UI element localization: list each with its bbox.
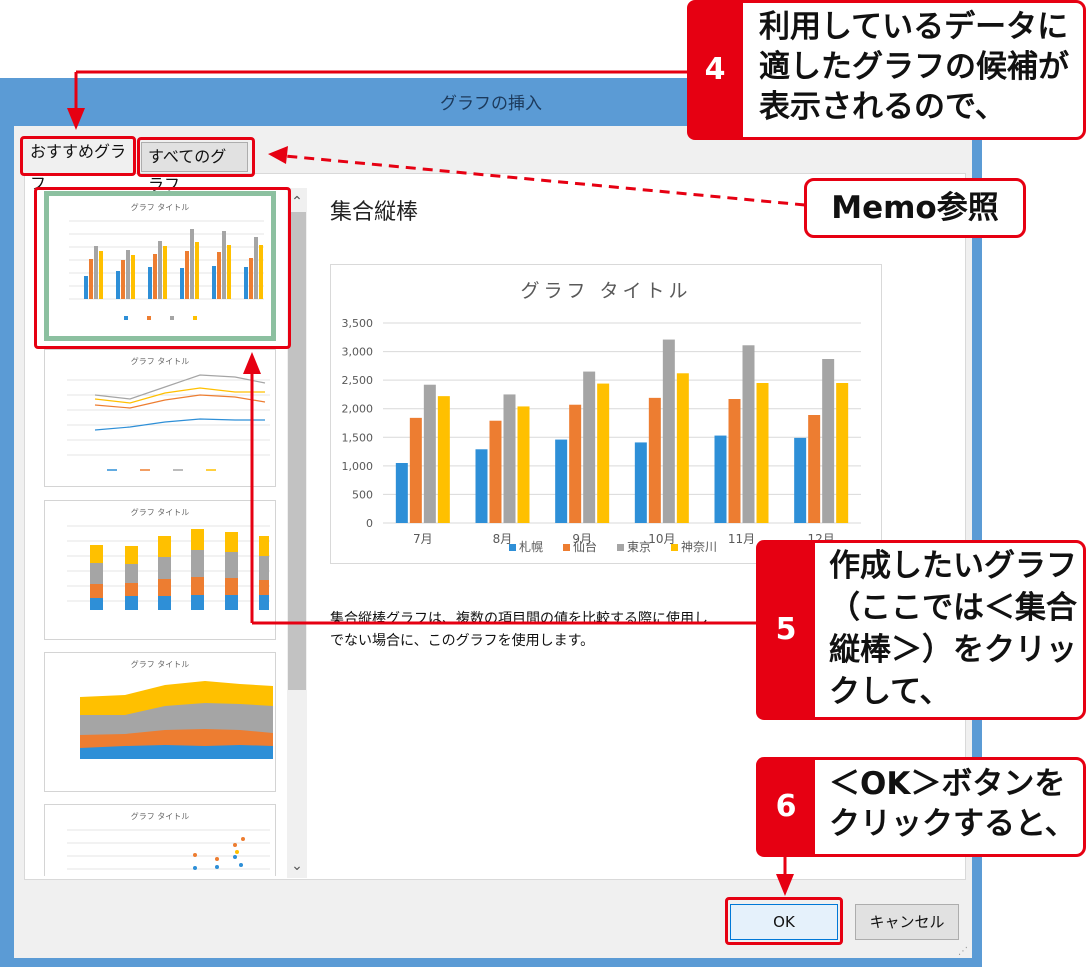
memo-callout: Memo参照 [804, 178, 1026, 238]
step6-number: 6 [756, 757, 816, 857]
step4-text: 利用しているデータに 適したグラフの候補が 表示されるので、 [759, 9, 1069, 125]
step6-text: ＜OK＞ボタンを クリックすると、 [829, 766, 1076, 842]
step4-number: 4 [687, 0, 743, 140]
step5-text: 作成したいグラフ （ここでは＜集合 縦棒＞）をクリッ クして、 [829, 548, 1077, 710]
step5-callout: 作成したいグラフ （ここでは＜集合 縦棒＞）をクリッ クして、 [812, 540, 1086, 720]
step6-callout: ＜OK＞ボタンを クリックすると、 [812, 757, 1086, 857]
step4-callout: 利用しているデータに 適したグラフの候補が 表示されるので、 [740, 0, 1086, 140]
step5-number: 5 [756, 540, 816, 720]
